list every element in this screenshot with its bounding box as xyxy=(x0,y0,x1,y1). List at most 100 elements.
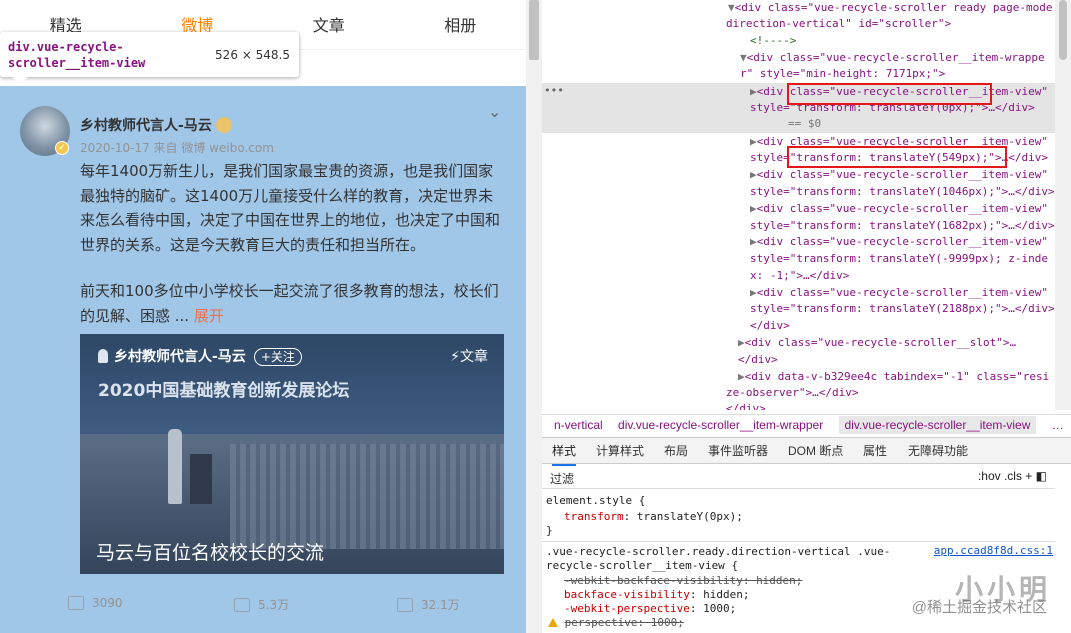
elements-scrollbar-thumb[interactable] xyxy=(1059,0,1067,60)
dom-line[interactable]: </div> xyxy=(726,401,766,410)
filter-tools-text[interactable]: :hov .cls + xyxy=(978,469,1032,483)
tab-styles[interactable]: 样式 xyxy=(552,438,577,466)
tab-layout[interactable]: 布局 xyxy=(664,438,688,464)
style-prop: -webkit-backface-visibility xyxy=(564,574,743,587)
tab-dom-breakpoints[interactable]: DOM 断点 xyxy=(788,438,843,464)
tooltip-arrow xyxy=(12,77,28,85)
post-author[interactable]: 乡村教师代言人-马云 xyxy=(80,115,232,135)
style-val: 1000; xyxy=(650,616,684,629)
screenshot-root: 精选 微博 文章 相册 div.vue-recycle-scroller__it… xyxy=(0,0,1071,633)
dom-line[interactable]: ze-observer">…</div> xyxy=(726,385,858,402)
dom-line-text: x: -1;">…</div> xyxy=(750,269,850,282)
style-val: 1000; xyxy=(703,602,737,615)
style-prop: transform xyxy=(564,510,624,523)
dom-line[interactable]: ▼<div class="vue-recycle-scroller ready … xyxy=(728,0,1053,17)
dom-line-text: <div class="vue-recycle-scroller__slot">… xyxy=(744,336,1017,349)
dom-line[interactable]: style="transform: translateY(1682px);">…… xyxy=(750,218,1055,235)
dom-line[interactable]: style="transform: translateY(2188px);">…… xyxy=(750,301,1055,318)
verified-badge-icon: ✓ xyxy=(55,141,69,155)
more-options-icon[interactable]: ••• xyxy=(544,84,564,97)
dom-line[interactable]: ▼<div class="vue-recycle-scroller__item-… xyxy=(740,50,1045,67)
dom-line[interactable]: </div> xyxy=(750,318,790,335)
close-brace: } xyxy=(546,524,553,537)
divider xyxy=(542,541,1055,542)
repost-icon xyxy=(68,596,84,610)
comment-icon xyxy=(234,598,250,612)
dom-line[interactable]: style="transform: translateY(1046px);">…… xyxy=(750,184,1055,201)
style-val: hidden; xyxy=(756,574,803,587)
breadcrumb: n-vertical div.vue-recycle-scroller__ite… xyxy=(542,414,1071,435)
card-caption: 马云与百位名校校长的交流 xyxy=(96,542,325,564)
dom-line[interactable]: ▶<div class="vue-recycle-scroller__slot"… xyxy=(738,335,1016,352)
styles-subtab-bar: 样式 计算样式 布局 事件监听器 DOM 断点 属性 无障碍功能 xyxy=(542,437,1071,466)
dom-line-text: <div class="vue-recycle-scroller__item-v… xyxy=(756,235,1049,248)
breadcrumb-item[interactable]: n-vertical xyxy=(554,418,603,432)
dom-line-text: style="transform: translateY(1682px);">…… xyxy=(750,219,1055,232)
repost-button[interactable]: 3090 xyxy=(68,596,123,610)
dom-line[interactable]: ▶<div class="vue-recycle-scroller__item-… xyxy=(750,201,1048,218)
post-meta: 2020-10-17 来自 微博 weibo.com xyxy=(80,141,274,155)
tab-computed[interactable]: 计算样式 xyxy=(596,438,644,464)
post-author-name[interactable]: 乡村教师代言人-马云 xyxy=(80,118,212,134)
tooltip-selector: div.vue-recycle-scroller__item-view xyxy=(8,40,146,70)
post-text-2: 前天和100多位中小学校长一起交流了很多教育的想法，校长们的见解、困惑 ... xyxy=(80,282,499,325)
card-header: 乡村教师代言人-马云 +关注 ⚡文章 xyxy=(98,346,488,366)
style-declaration-struck[interactable]: -webkit-backface-visibility: hidden; xyxy=(564,573,802,588)
dom-selected-marker: == $0 xyxy=(788,116,821,133)
article-card[interactable]: 乡村教师代言人-马云 +关注 ⚡文章 2020中国基础教育创新发展论坛 马云与百位… xyxy=(80,334,504,574)
repost-count: 3090 xyxy=(92,596,123,610)
dom-line[interactable]: r" style="min-height: 7171px;"> xyxy=(740,66,945,83)
filter-input[interactable]: 过滤 xyxy=(550,470,574,487)
style-declaration[interactable]: backface-visibility: hidden; xyxy=(564,587,749,602)
inspect-tooltip: div.vue-recycle-scroller__item-view 526 … xyxy=(0,32,299,85)
dom-line-text: style="transform: translateY(2188px);">…… xyxy=(750,302,1055,315)
rule-source-link[interactable]: app.ccad8f8d.css:1 xyxy=(934,544,1053,557)
like-count: 32.1万 xyxy=(421,598,460,612)
style-prop: perspective xyxy=(564,616,638,629)
dom-line[interactable]: direction-vertical" id="scroller"> xyxy=(726,16,951,33)
dom-line[interactable]: ▶<div class="vue-recycle-scroller__item-… xyxy=(750,167,1048,184)
tab-accessibility[interactable]: 无障碍功能 xyxy=(908,438,968,464)
style-declaration-struck[interactable]: perspective: 1000; xyxy=(548,615,684,630)
dom-line[interactable]: style="transform: translateY(-9999px); z… xyxy=(750,251,1048,268)
dom-line[interactable]: ▶<div data-v-b329ee4c tabindex="-1" clas… xyxy=(738,369,1049,386)
page-scrollbar-thumb[interactable] xyxy=(529,0,539,60)
dom-comment[interactable]: <!----> xyxy=(750,33,796,50)
dom-line[interactable]: </div> xyxy=(738,352,778,369)
tab-event-listeners[interactable]: 事件监听器 xyxy=(708,438,768,464)
filter-tools[interactable]: :hov .cls + ◧ xyxy=(978,469,1047,483)
style-declaration[interactable]: -webkit-perspective: 1000; xyxy=(564,601,736,616)
dom-line-text: <div class="vue-recycle-scroller__item-w… xyxy=(746,51,1045,64)
page-scrollbar[interactable] xyxy=(526,0,542,633)
toggle-sidebar-icon[interactable]: ◧ xyxy=(1036,469,1047,483)
comment-button[interactable]: 5.3万 xyxy=(234,596,289,613)
breadcrumb-item[interactable]: div.vue-recycle-scroller__item-wrapper xyxy=(618,418,823,432)
weibo-post: ✓ 乡村教师代言人-马云 2020-10-17 来自 微博 weibo.com … xyxy=(0,86,526,633)
style-val: translateY(0px); xyxy=(636,510,743,523)
watermark-subtitle: @稀土掘金技术社区 xyxy=(911,599,1047,616)
tab-properties[interactable]: 属性 xyxy=(863,438,887,464)
dom-line-text: r" style="min-height: 7171px;"> xyxy=(740,67,946,80)
breadcrumb-item[interactable]: … xyxy=(1052,418,1064,432)
card-type-label: 文章 xyxy=(460,349,488,365)
dom-line[interactable]: x: -1;">…</div> xyxy=(750,268,849,285)
dom-line-text: <div class="vue-recycle-scroller__item-v… xyxy=(756,168,1049,181)
tooltip-size: 526 × 548.5 xyxy=(215,48,290,62)
elements-scrollbar[interactable] xyxy=(1055,0,1071,410)
dom-line-text: == $0 xyxy=(788,117,822,130)
card-banner-text: 2020中国基础教育创新发展论坛 xyxy=(98,381,350,401)
breadcrumb-item-current[interactable]: div.vue-recycle-scroller__item-view xyxy=(838,416,1037,434)
tab-albums[interactable]: 相册 xyxy=(395,0,527,49)
card-photo-podium xyxy=(190,454,212,504)
dom-line[interactable]: ▶<div class="vue-recycle-scroller__item-… xyxy=(750,234,1048,251)
card-photo-audience xyxy=(230,444,504,549)
card-type: ⚡文章 xyxy=(450,349,488,365)
dom-line[interactable]: ▶<div class="vue-recycle-scroller__item-… xyxy=(750,285,1048,302)
dom-line-text: <div class="vue-recycle-scroller__item-v… xyxy=(756,202,1049,215)
expand-link[interactable]: 展开 xyxy=(194,307,224,325)
annotation-box-0px xyxy=(787,83,992,105)
like-button[interactable]: 32.1万 xyxy=(397,596,460,613)
chevron-down-icon[interactable]: ⌄ xyxy=(488,102,501,121)
follow-button[interactable]: +关注 xyxy=(253,348,302,366)
style-declaration[interactable]: transform: translateY(0px); xyxy=(564,509,743,524)
